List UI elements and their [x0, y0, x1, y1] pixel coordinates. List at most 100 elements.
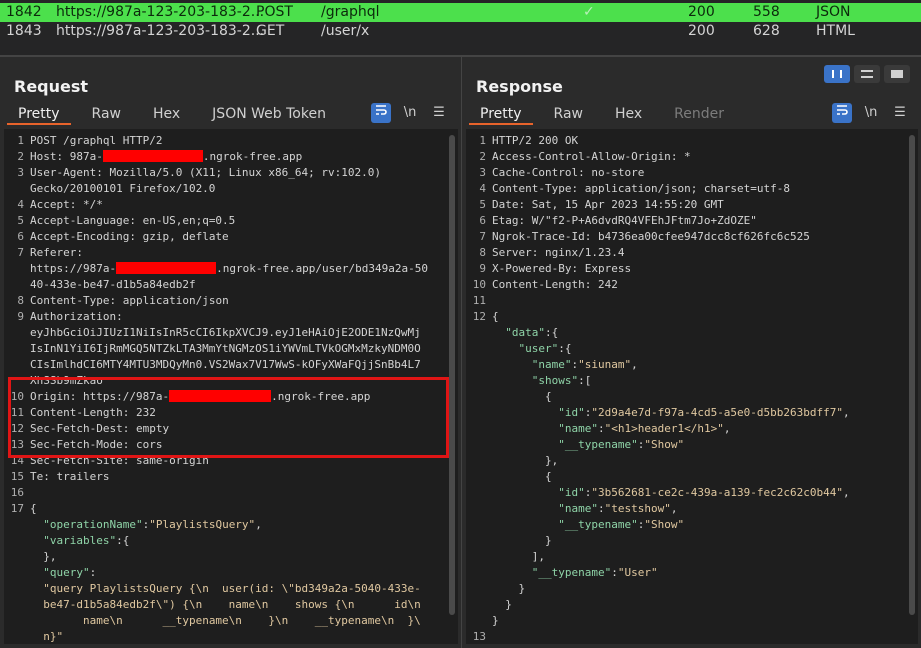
request-panel: Request Pretty Raw Hex JSON Web Token \n… — [0, 57, 460, 648]
table-row[interactable]: 1842 https://987a-123-203-183-2... POST … — [0, 3, 921, 22]
code-line: Accept-Encoding: gzip, deflate — [30, 229, 229, 245]
split-vertical-icon[interactable] — [854, 65, 880, 83]
json-punct — [492, 502, 558, 515]
json-punct — [492, 486, 558, 499]
header-value: : no-store — [578, 166, 645, 179]
json-punct — [492, 374, 532, 387]
scrollbar[interactable] — [909, 135, 915, 615]
wrap-icon[interactable] — [371, 103, 391, 123]
newline-toggle-button[interactable]: \n — [400, 103, 420, 123]
cell-path: /graphql — [321, 4, 380, 20]
line-text: 40-433e-be47-d1b5a84edb2f — [30, 278, 196, 291]
newline-toggle-button[interactable]: \n — [861, 103, 881, 123]
split-horizontal-icon[interactable] — [824, 65, 850, 83]
json-punct: : — [89, 566, 97, 579]
code-line: "query": — [30, 565, 96, 581]
json-key: "name" — [558, 422, 598, 435]
header-value: : Mozilla/5.0 (X11; Linux x86_64; rv:102… — [96, 166, 382, 179]
code-line: Access-Control-Allow-Origin: * — [492, 149, 691, 165]
menu-icon[interactable]: ☰ — [890, 103, 910, 123]
response-panel: Response Pretty Raw Hex Render \n ☰ 1234… — [461, 57, 921, 648]
line-number: 5 — [17, 214, 24, 227]
code-line: "name":"siunam", — [492, 357, 638, 373]
code-line: "query PlaylistsQuery {\n user(id: \"bd3… — [30, 581, 421, 597]
header-value: : application/json; charset=utf-8 — [571, 182, 791, 195]
line-number: 16 — [10, 486, 24, 499]
code-line: "shows":[ — [492, 373, 592, 389]
header-value: : — [76, 246, 83, 259]
tab-raw[interactable]: Raw — [543, 103, 594, 125]
code-line: Content-Length: 242 — [492, 277, 618, 293]
code-line: "id":"3b562681-ce2c-439a-a139-fec2c62c0b… — [492, 485, 849, 501]
line-number: 2 — [479, 150, 486, 163]
code-line: "id":"2d9a4e7d-f97a-4cd5-a5e0-d5bb263bdf… — [492, 405, 849, 421]
tab-pretty[interactable]: Pretty — [469, 103, 533, 125]
cell-status: 200 — [688, 4, 715, 20]
json-key: "operationName" — [43, 518, 143, 531]
json-key: "name" — [558, 502, 598, 515]
json-punct: : — [597, 422, 605, 435]
line-number: 8 — [17, 294, 24, 307]
code-line: Cache-Control: no-store — [492, 165, 644, 181]
json-key: "query" — [43, 566, 90, 579]
code-line: { — [492, 389, 552, 405]
line-number: 10 — [472, 278, 486, 291]
line-text: { — [492, 310, 499, 323]
json-key: "__typename" — [558, 518, 638, 531]
json-punct: :{ — [116, 534, 130, 547]
json-value: "<h1>header1</h1>" — [604, 422, 724, 435]
header-name: Content-Type — [492, 182, 572, 195]
table-row[interactable]: 1843 https://987a-123-203-183-2... GET /… — [0, 22, 921, 41]
json-punct: { — [492, 470, 552, 483]
code-line: Etag: W/"f2-P+A6dvdRQ4VFEhJFtm7Jo+ZdOZE" — [492, 213, 757, 229]
single-view-icon[interactable] — [884, 65, 910, 83]
code-line: Date: Sat, 15 Apr 2023 14:55:20 GMT — [492, 197, 724, 213]
line-text: { — [30, 502, 37, 515]
cell-id: 1843 — [6, 23, 42, 39]
header-value: : gzip, deflate — [129, 230, 229, 243]
tab-hex[interactable]: Hex — [142, 103, 191, 125]
response-title: Response — [476, 77, 563, 96]
line-number: 5 — [479, 198, 486, 211]
header-value: .ngrok-free.app — [202, 150, 303, 163]
json-key: "__typename" — [531, 566, 612, 579]
cell-length: 628 — [753, 23, 780, 39]
line-number: 1 — [17, 134, 24, 147]
code-line: "data":{ — [492, 325, 558, 341]
header-value: : — [116, 310, 123, 323]
response-editor[interactable]: 1 2 3 4 5 6 7 8 9 10 11 12 13 HTTP/2 200 OK Access-Co… — [466, 129, 918, 644]
wrap-icon[interactable] — [832, 103, 852, 123]
json-value: "query PlaylistsQuery {\n user(id: \"bd3… — [43, 582, 421, 595]
json-punct: , — [255, 518, 262, 531]
code-line: Content-Type: application/json — [30, 293, 229, 309]
json-key: "shows" — [531, 374, 579, 387]
line-number: 15 — [10, 470, 24, 483]
line-text: eyJhbGciOiJIUzI1NiIsInR5cCI6IkpXVCJ9.eyJ… — [30, 326, 421, 339]
json-punct: } — [492, 598, 512, 611]
line-number: 12 — [472, 310, 486, 323]
tab-json-web-token[interactable]: JSON Web Token — [201, 103, 337, 125]
layout-buttons — [824, 65, 910, 83]
header-value: : Sat, 15 Apr 2023 14:55:20 GMT — [518, 198, 724, 211]
code-line: "user":{ — [492, 341, 572, 357]
code-line: Referer: — [30, 245, 83, 261]
tab-raw[interactable]: Raw — [81, 103, 132, 125]
code-line: POST /graphql HTTP/2 — [30, 133, 162, 149]
code-line: https://987a- .ngrok-free.app/user/bd349a… — [30, 261, 428, 277]
cell-method: GET — [256, 23, 285, 39]
json-punct — [30, 566, 43, 579]
cell-mime: HTML — [816, 23, 855, 39]
scrollbar[interactable] — [449, 135, 455, 615]
code-line: n}" — [30, 629, 63, 644]
header-name: Access-Control-Allow-Origin — [492, 150, 671, 163]
menu-icon[interactable]: ☰ — [429, 103, 449, 123]
header-name: Date — [492, 198, 519, 211]
tab-hex[interactable]: Hex — [604, 103, 653, 125]
line-number: 6 — [479, 214, 486, 227]
code-line: ], — [492, 549, 545, 565]
line-number: 11 — [472, 294, 486, 307]
code-line: name\n __typename\n }\n __typename\n }\ — [30, 613, 421, 629]
request-editor[interactable]: 1 2 3 4 5 6 7 8 9 10 11 12 13 14 15 16 17 POST /graphql … — [4, 129, 458, 644]
tab-pretty[interactable]: Pretty — [7, 103, 71, 125]
cell-url: https://987a-123-203-183-2... — [56, 23, 265, 39]
